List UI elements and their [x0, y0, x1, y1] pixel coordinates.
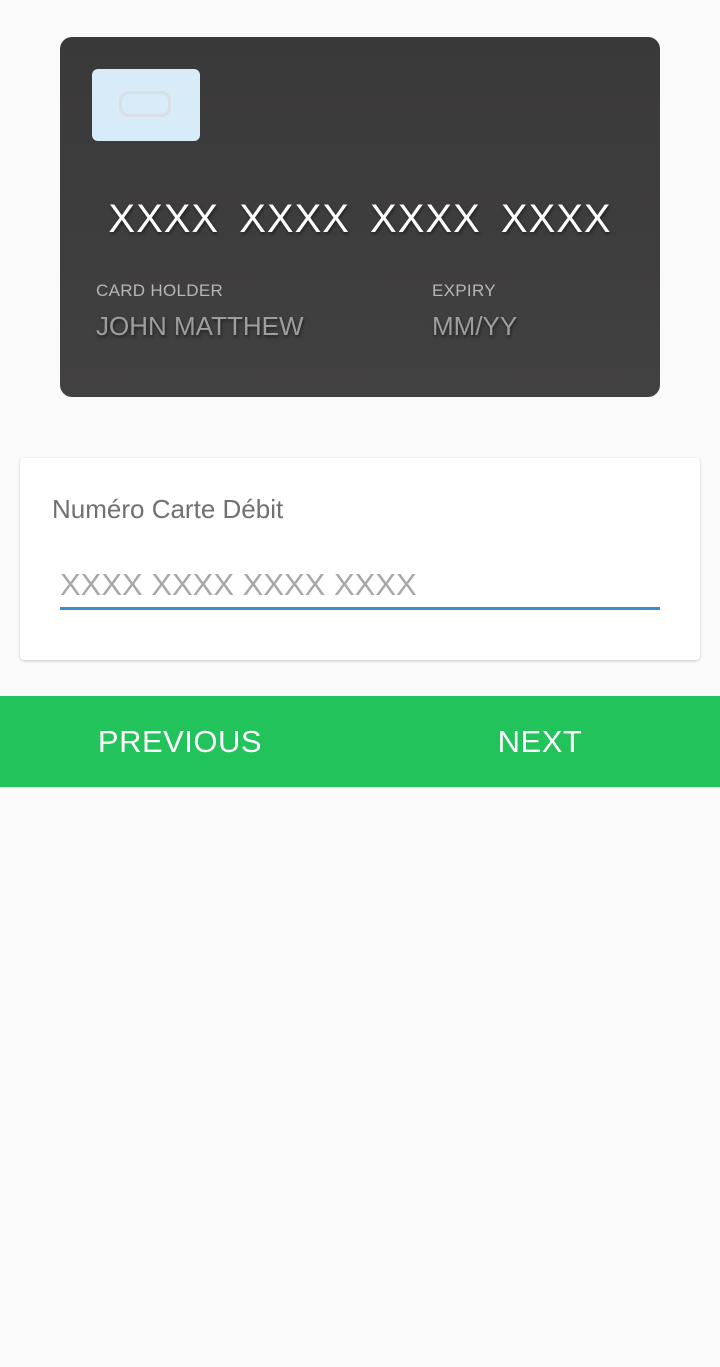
card-holder-value: JOHN MATTHEW [96, 311, 304, 341]
card-chip-contact [119, 91, 171, 117]
card-holder-label: CARD HOLDER [96, 281, 224, 300]
previous-button[interactable]: PREVIOUS [0, 696, 360, 787]
next-button[interactable]: NEXT [360, 696, 720, 787]
card-number-form: Numéro Carte Débit [20, 458, 700, 660]
expiry-label: EXPIRY [432, 281, 496, 300]
card-number-field-label: Numéro Carte Débit [52, 494, 284, 524]
card-chip-icon [92, 69, 200, 141]
card-number-input[interactable] [60, 562, 660, 610]
step-navigation-bar: PREVIOUS NEXT [0, 696, 720, 787]
expiry-value: MM/YY [432, 311, 518, 341]
card-number-display: XXXX XXXX XXXX XXXX [108, 197, 612, 241]
credit-card-preview: XXXX XXXX XXXX XXXX CARD HOLDER JOHN MAT… [60, 37, 660, 397]
